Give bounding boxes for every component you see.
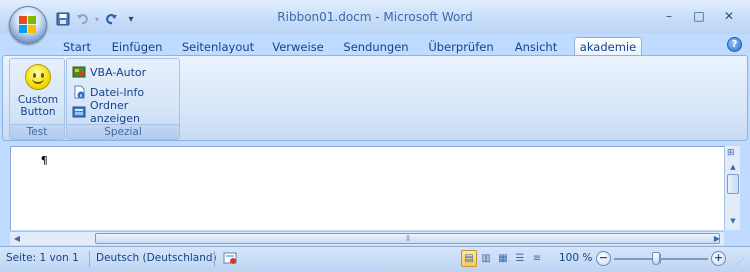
scroll-up-icon[interactable]: ▲ — [726, 160, 740, 174]
group-test: Custom Button Test — [9, 58, 65, 140]
web-layout-icon[interactable]: ▦ — [495, 250, 511, 267]
group-label-test: Test — [10, 124, 64, 139]
view-buttons: ▤ ▥ ▦ ☰ ≡ — [461, 250, 545, 268]
maximize-button[interactable]: □ — [684, 6, 714, 26]
scroll-down-icon[interactable]: ▼ — [726, 214, 740, 228]
office-logo-icon — [19, 16, 37, 34]
datei-info-label: Datei-Info — [90, 85, 145, 99]
zoom-slider-track[interactable] — [614, 258, 708, 260]
zoom-out-button[interactable]: − — [596, 251, 611, 266]
close-button[interactable]: ✕ — [714, 6, 744, 26]
document-area[interactable]: ¶ — [10, 146, 724, 230]
tab-seitenlayout[interactable]: Seitenlayout — [180, 37, 256, 56]
full-screen-reading-icon[interactable]: ▥ — [478, 250, 494, 267]
horizontal-scrollbar[interactable]: ◀ ||| ▶ — [10, 231, 724, 245]
ordner-anzeigen-label: Ordner anzeigen — [90, 99, 141, 125]
ribbon-panel: Custom Button Test VBA-Autor Datei-Info … — [2, 55, 748, 141]
file-info-icon — [72, 85, 86, 99]
paragraph-mark: ¶ — [41, 154, 48, 167]
ribbon-tabs: Start Einfügen Seitenlayout Verweise Sen… — [0, 34, 750, 56]
tab-akademie[interactable]: akademie — [574, 37, 642, 56]
zoom-slider-thumb[interactable] — [652, 252, 660, 265]
right-margin — [740, 146, 750, 230]
scroll-right-icon[interactable]: ▶ — [710, 232, 724, 245]
tab-start[interactable]: Start — [58, 37, 96, 56]
tab-sendungen[interactable]: Sendungen — [340, 37, 412, 56]
smiley-icon — [25, 64, 51, 90]
ordner-anzeigen-button[interactable]: Ordner anzeigen — [72, 99, 179, 125]
resize-grip-icon[interactable]: ⋰ — [736, 257, 746, 267]
window-controls: – □ ✕ — [654, 6, 744, 26]
horizontal-scroll-thumb[interactable]: ||| — [95, 233, 720, 244]
custom-button[interactable]: Custom Button — [16, 62, 60, 122]
help-icon[interactable]: ? — [727, 37, 742, 52]
page-indicator[interactable]: Seite: 1 von 1 — [6, 252, 79, 264]
status-bar: Seite: 1 von 1 Deutsch (Deutschland) ▤ ▥… — [0, 246, 750, 272]
scroll-left-icon[interactable]: ◀ — [10, 232, 24, 245]
draft-icon[interactable]: ≡ — [529, 250, 545, 267]
tab-ueberpruefen[interactable]: Überprüfen — [425, 37, 497, 56]
outline-icon[interactable]: ☰ — [512, 250, 528, 267]
tab-einfuegen[interactable]: Einfügen — [107, 37, 167, 56]
ruler-toggle-icon[interactable]: ⊞ — [727, 148, 739, 160]
macro-record-icon[interactable] — [222, 250, 238, 269]
left-margin — [0, 143, 10, 231]
window-title: Ribbon01.docm - Microsoft Word — [277, 10, 473, 24]
vba-autor-label: VBA-Autor — [90, 65, 147, 79]
minimize-button[interactable]: – — [654, 6, 684, 26]
zoom-center-tick — [660, 254, 661, 264]
vba-autor-button[interactable]: VBA-Autor — [72, 63, 146, 81]
print-layout-icon[interactable]: ▤ — [461, 250, 477, 267]
folder-icon — [72, 105, 86, 119]
tab-verweise[interactable]: Verweise — [268, 37, 328, 56]
tab-ansicht[interactable]: Ansicht — [510, 37, 562, 56]
group-spezial: VBA-Autor Datei-Info Ordner anzeigen Spe… — [66, 58, 180, 140]
custom-button-label-2: Button — [20, 106, 56, 118]
language-indicator[interactable]: Deutsch (Deutschland) — [96, 252, 217, 264]
vba-icon — [72, 65, 86, 79]
zoom-in-button[interactable]: + — [711, 251, 726, 266]
title-bar: ▾ ▾ Ribbon01.docm - Microsoft Word – □ ✕ — [0, 0, 750, 34]
zoom-level[interactable]: 100 % — [559, 252, 592, 264]
custom-button-label-1: Custom — [17, 94, 59, 106]
office-button[interactable] — [9, 6, 47, 44]
vertical-scroll-thumb[interactable] — [727, 174, 739, 194]
group-label-spezial: Spezial — [67, 124, 179, 139]
